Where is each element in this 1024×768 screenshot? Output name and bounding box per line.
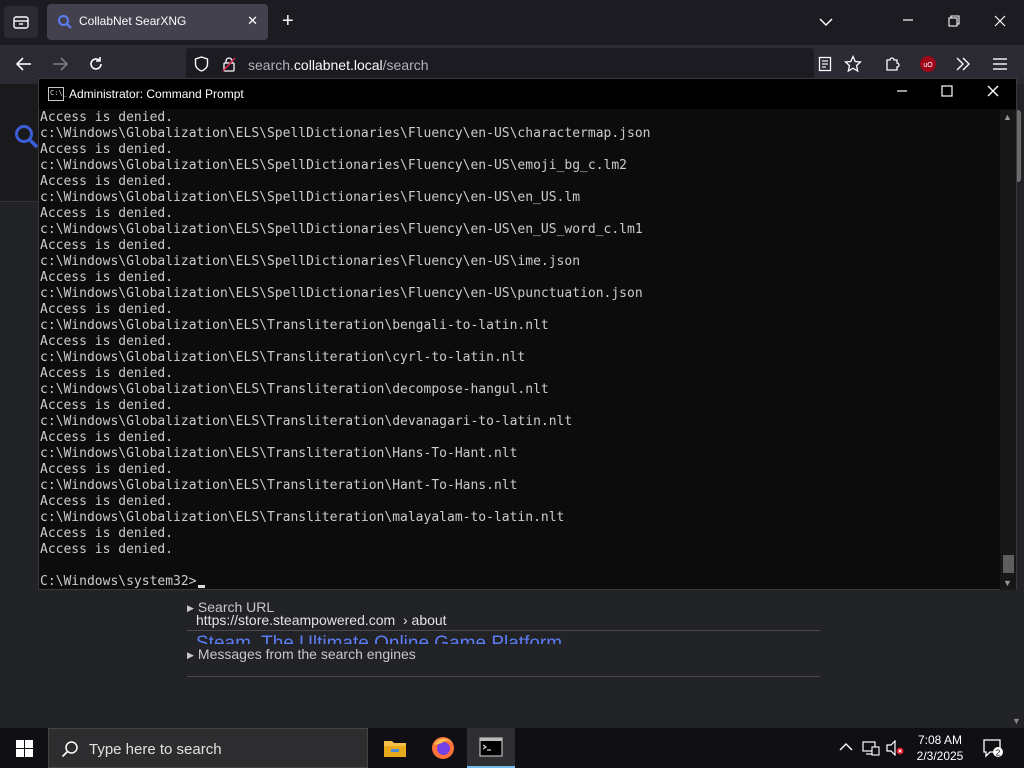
- shield-icon[interactable]: [194, 56, 209, 77]
- cmd-output-line: c:\Windows\Globalization\ELS\SpellDictio…: [40, 158, 627, 173]
- cmd-output-line: c:\Windows\Globalization\ELS\Translitera…: [40, 318, 549, 333]
- cmd-output-line: [40, 558, 999, 574]
- cmd-output-line: c:\Windows\Globalization\ELS\SpellDictio…: [40, 254, 581, 269]
- command-prompt-window[interactable]: C:\_ Administrator: Command Prompt Acces…: [38, 78, 1017, 590]
- taskbar-file-explorer[interactable]: [371, 728, 419, 768]
- cmd-prompt-line[interactable]: C:\Windows\system32>: [40, 574, 999, 590]
- page-scroll-down-arrow-icon[interactable]: ▼: [1012, 716, 1021, 726]
- start-button[interactable]: [0, 728, 48, 768]
- notification-count: 2: [996, 749, 1001, 758]
- searxng-logo-search-icon[interactable]: [14, 124, 40, 150]
- taskbar-clock[interactable]: 7:08 AM 2/3/2025: [905, 732, 975, 764]
- details-engine-messages[interactable]: ▶ Messages from the search engines: [187, 646, 820, 662]
- cmd-output-line: Access is denied.: [40, 110, 174, 125]
- cmd-output-line: c:\Windows\Globalization\ELS\Translitera…: [40, 414, 573, 429]
- cmd-output-line: Access is denied.: [40, 174, 174, 189]
- tab-list-button[interactable]: [4, 6, 38, 38]
- cmd-output-line: Access is denied.: [40, 238, 174, 253]
- svg-text:uO: uO: [923, 62, 933, 69]
- cmd-output-line: Access is denied.: [40, 462, 174, 477]
- tab-title: CollabNet SearXNG: [79, 14, 187, 28]
- cmd-scrollbar[interactable]: ▲ ▼: [1000, 110, 1016, 590]
- result-url[interactable]: https://store.steampowered.com › about: [196, 612, 447, 628]
- browser-minimize-icon[interactable]: [902, 13, 914, 29]
- show-hidden-icons-chevron-icon[interactable]: [839, 741, 853, 755]
- browser-restore-icon[interactable]: [948, 14, 960, 30]
- cmd-titlebar[interactable]: C:\_ Administrator: Command Prompt: [39, 79, 1016, 109]
- clock-time: 7:08 AM: [917, 733, 963, 747]
- taskbar-firefox[interactable]: [419, 728, 467, 768]
- text-cursor: [197, 585, 205, 588]
- browser-tab-bar: CollabNet SearXNG ✕ +: [0, 0, 1024, 45]
- taskbar-search-box[interactable]: Type here to search: [48, 728, 368, 768]
- volume-muted-icon[interactable]: [886, 739, 904, 759]
- more-tools-chevron-icon[interactable]: [952, 53, 974, 75]
- ublock-origin-icon[interactable]: uO: [917, 53, 939, 75]
- forward-arrow-icon[interactable]: [49, 53, 71, 75]
- tab-close-icon[interactable]: ✕: [247, 13, 258, 29]
- cmd-output-line: c:\Windows\Globalization\ELS\Translitera…: [40, 382, 549, 397]
- hamburger-menu-icon[interactable]: [989, 53, 1011, 75]
- divider: [187, 676, 820, 677]
- cmd-prompt: C:\Windows\system32>: [40, 574, 197, 589]
- cmd-output-line: c:\Windows\Globalization\ELS\SpellDictio…: [40, 222, 643, 237]
- cmd-output-line: Access is denied.: [40, 334, 174, 349]
- taskbar-search-placeholder: Type here to search: [89, 741, 222, 758]
- browser-close-icon[interactable]: [994, 14, 1006, 30]
- url-text[interactable]: search.collabnet.local/search: [248, 57, 429, 73]
- windows-taskbar: Type here to search 7:08 AM 2/3/2025 2: [0, 728, 1024, 768]
- disclosure-triangle-icon: ▶: [187, 650, 194, 660]
- taskbar-command-prompt[interactable]: [467, 728, 515, 768]
- searxng-favicon-icon: [58, 15, 72, 29]
- divider: [187, 630, 820, 631]
- cmd-output-line: c:\Windows\Globalization\ELS\Translitera…: [40, 446, 518, 461]
- network-icon[interactable]: [862, 740, 880, 759]
- cmd-scrollbar-thumb[interactable]: [1003, 555, 1014, 573]
- cmd-window-title: Administrator: Command Prompt: [69, 87, 244, 101]
- tab-list-icon: [13, 16, 29, 29]
- cmd-maximize-icon[interactable]: [932, 84, 962, 101]
- cmd-output-line: c:\Windows\Globalization\ELS\Translitera…: [40, 478, 518, 493]
- reload-icon[interactable]: [85, 53, 107, 75]
- tab-collabnet-searxng[interactable]: CollabNet SearXNG ✕: [47, 4, 268, 40]
- cmd-output-line: Access is denied.: [40, 302, 174, 317]
- extensions-puzzle-icon[interactable]: [881, 53, 903, 75]
- cmd-output-line: Access is denied.: [40, 206, 174, 221]
- cmd-scroll-down-icon[interactable]: ▼: [1003, 578, 1012, 588]
- notification-center-icon[interactable]: 2: [982, 738, 1004, 761]
- reader-view-icon[interactable]: [814, 53, 836, 75]
- cmd-output-line: Access is denied.: [40, 494, 174, 509]
- clock-date: 2/3/2025: [916, 749, 964, 763]
- address-bar[interactable]: search.collabnet.local/search: [186, 48, 814, 80]
- cmd-minimize-icon[interactable]: [887, 84, 917, 101]
- new-tab-button[interactable]: +: [282, 11, 294, 31]
- search-icon: [61, 741, 78, 758]
- cmd-output-line: Access is denied.: [40, 430, 174, 445]
- cmd-scroll-up-icon[interactable]: ▲: [1003, 112, 1012, 122]
- cmd-console-output[interactable]: Access is denied. c:\Windows\Globalizatio…: [39, 110, 999, 590]
- cmd-output-line: Access is denied.: [40, 142, 174, 157]
- cmd-output-line: Access is denied.: [40, 526, 174, 541]
- cmd-output-line: c:\Windows\Globalization\ELS\SpellDictio…: [40, 286, 643, 301]
- cmd-output-line: Access is denied.: [40, 542, 174, 557]
- bookmark-star-icon[interactable]: [842, 53, 864, 75]
- cmd-output-line: c:\Windows\Globalization\ELS\SpellDictio…: [40, 126, 651, 141]
- cmd-output-line: c:\Windows\Globalization\ELS\Translitera…: [40, 350, 526, 365]
- cmd-output-line: Access is denied.: [40, 398, 174, 413]
- file-explorer-folder-icon: [384, 741, 406, 757]
- command-prompt-icon: [479, 737, 503, 757]
- back-arrow-icon[interactable]: [13, 53, 35, 75]
- tab-overflow-chevron-icon[interactable]: [819, 14, 833, 30]
- cmd-app-icon: C:\_: [48, 87, 67, 101]
- cmd-output-line: Access is denied.: [40, 270, 174, 285]
- cmd-close-icon[interactable]: [978, 84, 1008, 101]
- cmd-output-line: c:\Windows\Globalization\ELS\Translitera…: [40, 510, 565, 525]
- cmd-output-line: c:\Windows\Globalization\ELS\SpellDictio…: [40, 190, 581, 205]
- cmd-output-line: Access is denied.: [40, 366, 174, 381]
- firefox-icon: [432, 737, 454, 759]
- disclosure-triangle-icon: ▶: [187, 603, 194, 613]
- windows-logo-icon: [15, 739, 33, 757]
- result-title-link[interactable]: Steam, The Ultimate Online Game Platform: [196, 633, 562, 644]
- lock-warning-icon[interactable]: [222, 56, 236, 77]
